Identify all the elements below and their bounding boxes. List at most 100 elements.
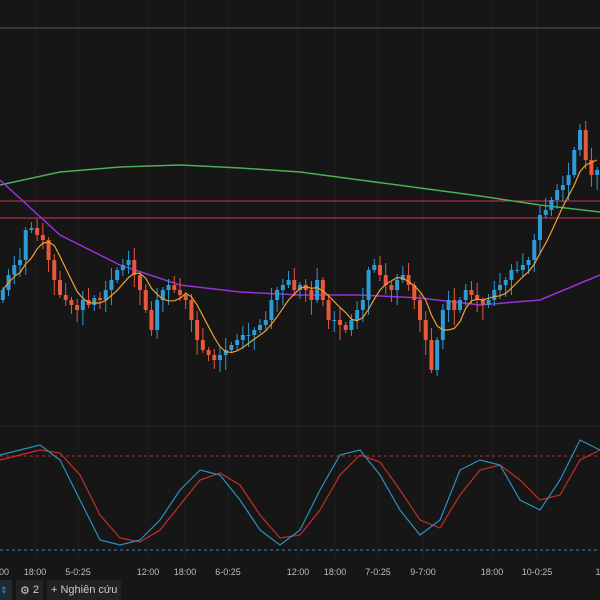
candle-up: [543, 210, 548, 215]
candle-up: [235, 340, 240, 345]
candle-up: [0, 290, 5, 300]
candle-down: [406, 275, 411, 285]
add-study-button[interactable]: + Nghiên cứu: [47, 580, 122, 600]
candle-down: [338, 320, 342, 325]
candle-down: [206, 350, 211, 355]
candle-up: [240, 335, 245, 340]
settings-button[interactable]: ⚙ 2: [16, 580, 43, 600]
x-tick-label: 18:00: [480, 567, 504, 577]
price-chart[interactable]: [0, 0, 600, 580]
x-tick-label: 6-0:25: [215, 567, 241, 577]
candle-down: [63, 295, 68, 300]
candle-up: [532, 240, 537, 260]
gear-icon: ⚙: [20, 584, 30, 597]
candle-up: [440, 310, 445, 340]
candle-up: [218, 355, 222, 360]
candle-down: [189, 300, 194, 320]
arrows-icon: ⇕: [0, 584, 8, 595]
candle-up: [555, 190, 560, 200]
candle-down: [58, 280, 62, 295]
candle-up: [549, 200, 554, 210]
candle-up: [360, 300, 365, 310]
candle-up: [503, 280, 508, 285]
candle-up: [126, 260, 131, 265]
x-tick-label: 18:00: [23, 567, 47, 577]
candle-up: [355, 310, 360, 320]
candle-up: [486, 300, 491, 305]
candle-up: [435, 340, 440, 370]
candle-up: [366, 270, 371, 300]
bottom-toolbar: ⇕ ⚙ 2 + Nghiên cứu: [0, 580, 600, 600]
candle-down: [418, 300, 422, 320]
candle-down: [469, 290, 474, 295]
candle-up: [286, 280, 291, 285]
candle-down: [452, 300, 457, 310]
candle-down: [52, 260, 57, 280]
candle-down: [343, 325, 348, 330]
candle-down: [69, 300, 74, 305]
candle-up: [269, 300, 274, 320]
candle-up: [349, 320, 354, 330]
candle-up: [275, 290, 280, 300]
candle-up: [80, 300, 85, 310]
candle-up: [520, 265, 525, 270]
candle-up: [566, 175, 571, 185]
x-tick-label: 5-0:25: [65, 567, 91, 577]
candle-up: [120, 265, 125, 270]
candle-down: [149, 310, 154, 330]
candle-up: [280, 285, 285, 290]
candle-down: [480, 300, 485, 305]
candle-up: [246, 335, 251, 336]
candle-down: [138, 275, 142, 290]
candle-up: [115, 270, 120, 280]
candle-up: [252, 330, 257, 335]
candle-down: [195, 320, 200, 340]
candle-up: [23, 230, 28, 260]
candle-down: [40, 235, 45, 240]
candle-up: [509, 270, 514, 280]
x-tick-label: 7-0:25: [365, 567, 391, 577]
candle-up: [515, 270, 520, 271]
candle-up: [18, 260, 22, 265]
candle-up: [109, 280, 114, 290]
candle-up: [263, 320, 268, 325]
candle-up: [166, 285, 171, 290]
candle-down: [309, 290, 314, 300]
candle-down: [326, 300, 331, 320]
candle-down: [98, 298, 102, 300]
candle-down: [423, 320, 428, 340]
candle-down: [75, 305, 80, 310]
candle-up: [578, 130, 582, 150]
candle-up: [332, 320, 337, 321]
candle-up: [560, 185, 565, 190]
x-tick-label: 18:00: [173, 567, 197, 577]
candle-down: [183, 295, 188, 300]
x-tick-label: 00: [0, 567, 10, 577]
candle-up: [463, 290, 468, 300]
candle-down: [292, 280, 297, 290]
scroll-handle[interactable]: ⇕: [0, 580, 12, 600]
candle-down: [172, 285, 177, 290]
candle-down: [583, 130, 588, 160]
candle-up: [538, 215, 542, 240]
x-tick-label: 18:00: [323, 567, 347, 577]
candle-up: [315, 280, 320, 300]
x-tick-label: 12:00: [286, 567, 310, 577]
candle-down: [143, 290, 148, 310]
candle-up: [372, 265, 377, 270]
candle-up: [446, 300, 451, 310]
x-tick-label: 10-0:25: [521, 567, 553, 577]
candle-up: [229, 345, 234, 350]
candle-down: [200, 340, 205, 350]
candle-down: [212, 355, 217, 360]
candle-up: [155, 300, 160, 330]
candle-up: [492, 290, 497, 300]
candle-up: [498, 285, 502, 290]
x-tick-label: 12:00: [136, 567, 160, 577]
candle-up: [595, 170, 600, 175]
candle-up: [395, 280, 400, 290]
x-tick-label: 9-7:00: [410, 567, 436, 577]
candle-up: [29, 228, 34, 230]
candle-up: [92, 298, 97, 305]
candle-up: [258, 325, 262, 330]
